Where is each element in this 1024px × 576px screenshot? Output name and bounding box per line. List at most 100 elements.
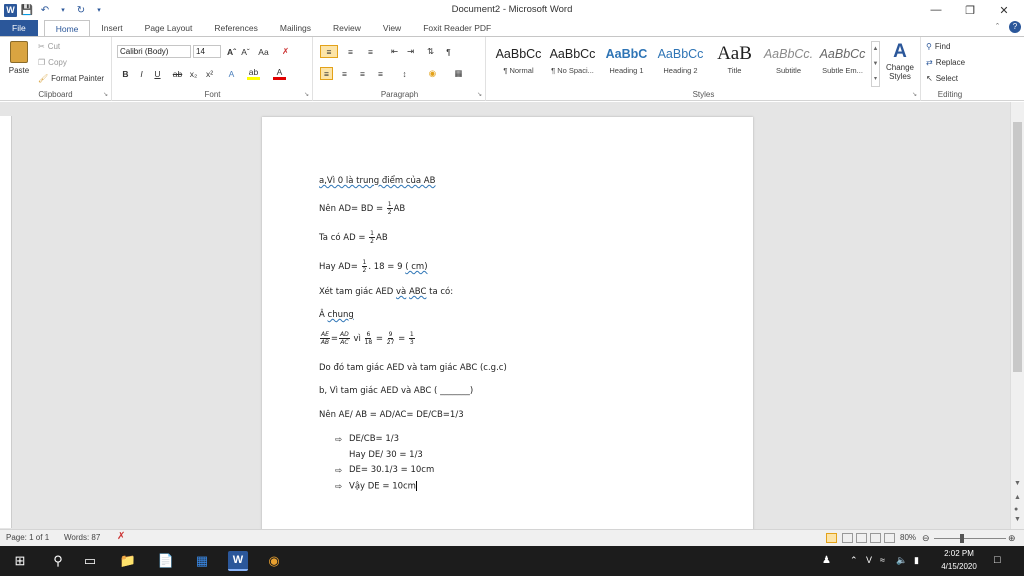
show-formatting-icon[interactable]: ¶	[442, 45, 455, 58]
find-button[interactable]: ⚲ Find	[926, 42, 950, 51]
strikethrough-icon[interactable]: ab	[171, 67, 184, 80]
change-styles-button[interactable]: A Change Styles	[883, 41, 917, 81]
zoom-level[interactable]: 80%	[900, 533, 916, 542]
word-taskbar-icon[interactable]: W	[228, 551, 248, 571]
calculator-icon[interactable]: ▦	[192, 551, 212, 571]
tab-references[interactable]: References	[203, 20, 268, 36]
previous-page-icon[interactable]: ▲	[1014, 494, 1021, 501]
chrome-icon[interactable]: ◉	[264, 551, 284, 571]
dialog-launcher-icon[interactable]: ↘	[304, 91, 309, 98]
align-left-icon[interactable]: ≡	[320, 67, 333, 80]
style-heading-1[interactable]: AaBbC Heading 1	[599, 42, 654, 88]
tab-mailings[interactable]: Mailings	[269, 20, 322, 36]
task-view-icon[interactable]: ▭	[80, 551, 100, 571]
network-icon[interactable]: ≈	[880, 555, 885, 565]
zoom-slider[interactable]	[934, 538, 1006, 539]
decrease-indent-icon[interactable]: ⇤	[388, 45, 401, 58]
select-button[interactable]: ↖ Select	[926, 74, 958, 83]
tab-view[interactable]: View	[372, 20, 412, 36]
volume-icon[interactable]: 🔈	[896, 555, 907, 566]
align-right-icon[interactable]: ≡	[356, 67, 369, 80]
search-icon[interactable]: ⚲	[48, 551, 68, 571]
line-spacing-icon[interactable]: ↕	[398, 67, 411, 80]
collapse-ribbon-icon[interactable]: ˆ	[996, 22, 999, 32]
bold-icon[interactable]: B	[119, 67, 132, 80]
text-effects-icon[interactable]: A	[225, 67, 238, 80]
notifications-icon[interactable]: □	[994, 554, 1001, 566]
underline-icon[interactable]: U	[151, 67, 164, 80]
style-heading-2[interactable]: AaBbCc Heading 2	[653, 42, 708, 88]
multilevel-list-icon[interactable]: ≡	[364, 45, 377, 58]
close-icon[interactable]: ✕	[988, 0, 1020, 20]
align-center-icon[interactable]: ≡	[338, 67, 351, 80]
style-normal[interactable]: AaBbCc ¶ Normal	[491, 42, 546, 88]
scroll-down-icon[interactable]: ▼	[1014, 480, 1021, 487]
clock-date[interactable]: 4/15/2020	[934, 562, 984, 571]
input-indicator-icon[interactable]: V	[866, 555, 872, 565]
web-layout-icon[interactable]	[856, 533, 867, 543]
tab-insert[interactable]: Insert	[90, 20, 133, 36]
dialog-launcher-icon[interactable]: ↘	[912, 91, 917, 98]
print-layout-icon[interactable]	[826, 533, 837, 543]
paste-button[interactable]: Paste	[6, 41, 32, 75]
document-app-icon[interactable]: 📄	[156, 551, 176, 571]
grow-font-icon[interactable]: Aˆ	[225, 45, 238, 58]
browse-object-icon[interactable]: ●	[1014, 506, 1018, 513]
tab-file[interactable]: File	[0, 20, 38, 36]
show-hidden-icons-icon[interactable]: ⌃	[850, 555, 858, 566]
justify-icon[interactable]: ≡	[374, 67, 387, 80]
font-size-combo[interactable]: 14	[193, 45, 221, 58]
font-color-icon[interactable]: A	[273, 67, 286, 80]
zoom-out-icon[interactable]: ⊖	[922, 533, 930, 544]
style-subtitle[interactable]: AaBbCc. Subtitle	[761, 42, 816, 88]
restore-icon[interactable]: ❐	[954, 0, 986, 20]
style-title[interactable]: AaB Title	[707, 42, 762, 88]
style-subtle-emphasis[interactable]: AaBbCc Subtle Em...	[815, 42, 870, 88]
battery-icon[interactable]: ▮	[914, 555, 919, 566]
tab-review[interactable]: Review	[322, 20, 372, 36]
next-page-icon[interactable]: ▼	[1014, 516, 1021, 523]
format-painter-button[interactable]: 🖌 Format Painter	[38, 74, 104, 83]
italic-icon[interactable]: I	[135, 67, 148, 80]
superscript-icon[interactable]: x²	[203, 67, 216, 80]
bullets-icon[interactable]: ≡	[320, 45, 338, 58]
highlight-icon[interactable]: ab	[247, 67, 260, 80]
vertical-scrollbar[interactable]: ▼ ▲ ● ▼	[1010, 102, 1024, 529]
styles-gallery-scroll[interactable]: ▲ ▼ ▾	[871, 41, 880, 87]
clear-formatting-icon[interactable]: ✗	[279, 45, 292, 58]
zoom-slider-thumb[interactable]	[960, 534, 964, 543]
copy-button[interactable]: ❐ Copy	[38, 58, 67, 67]
replace-button[interactable]: ⇄ Replace	[926, 58, 965, 67]
zoom-in-icon[interactable]: ⊕	[1008, 533, 1016, 544]
shrink-font-icon[interactable]: Aˇ	[239, 45, 252, 58]
font-name-combo[interactable]: Calibri (Body)	[117, 45, 191, 58]
cut-button[interactable]: ✂ Cut	[38, 42, 60, 51]
dialog-launcher-icon[interactable]: ↘	[477, 91, 482, 98]
shading-icon[interactable]: ◉	[426, 67, 439, 80]
windows-start-icon[interactable]: ⊞	[10, 551, 30, 571]
proofing-icon[interactable]: ✗	[117, 531, 125, 542]
tab-page-layout[interactable]: Page Layout	[134, 20, 204, 36]
numbering-icon[interactable]: ≡	[344, 45, 357, 58]
increase-indent-icon[interactable]: ⇥	[404, 45, 417, 58]
sort-icon[interactable]: ⇅	[424, 45, 437, 58]
tab-foxit-reader-pdf[interactable]: Foxit Reader PDF	[412, 20, 502, 36]
full-screen-reading-icon[interactable]	[842, 533, 853, 543]
subscript-icon[interactable]: x₂	[187, 67, 200, 80]
minimize-icon[interactable]: —	[920, 0, 952, 20]
document-page[interactable]: a,Vì 0 là trung điểm của AB Nên AD= BD =…	[262, 117, 753, 537]
draft-view-icon[interactable]	[884, 533, 895, 543]
help-icon[interactable]: ?	[1009, 21, 1021, 33]
tab-home[interactable]: Home	[43, 20, 91, 36]
outline-view-icon[interactable]	[870, 533, 881, 543]
file-explorer-icon[interactable]: 📁	[118, 551, 138, 571]
word-count[interactable]: Words: 87	[64, 533, 100, 542]
style-no-spacing[interactable]: AaBbCc ¶ No Spaci...	[545, 42, 600, 88]
borders-icon[interactable]: ▦	[452, 67, 465, 80]
clock-time[interactable]: 2:02 PM	[934, 549, 984, 558]
scrollbar-thumb[interactable]	[1013, 122, 1022, 372]
dialog-launcher-icon[interactable]: ↘	[103, 91, 108, 98]
people-icon[interactable]: ♟	[822, 555, 831, 566]
change-case-icon[interactable]: Aa	[257, 45, 270, 58]
page-count[interactable]: Page: 1 of 1	[6, 533, 49, 542]
